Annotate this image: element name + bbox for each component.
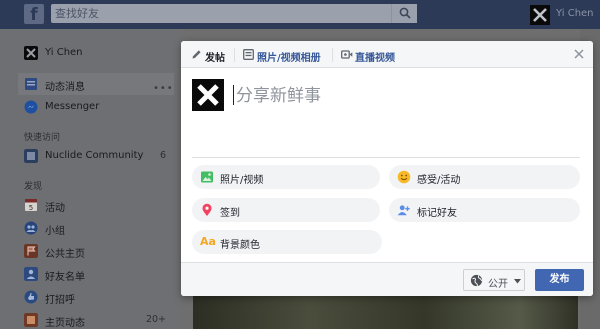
check-in-button[interactable]: 签到 [192,198,380,222]
sidebar-item-news-feed[interactable]: 动态消息 [24,75,174,93]
section-heading-explore: 发现 [24,182,43,192]
tab-label: 照片/视频相册 [257,53,321,64]
group-icon [24,149,38,163]
calendar-icon: 5 [25,199,37,212]
privacy-label: 公开 [488,279,508,290]
pencil-icon [192,50,201,59]
text-cursor [233,85,234,105]
sidebar-item-label: 打招呼 [45,295,75,306]
globe-icon [470,274,483,287]
photo-video-button[interactable]: 照片/视频 [192,165,380,189]
option-label: 背景颜色 [220,240,260,251]
feeling-activity-button[interactable]: 感受/活动 [389,165,580,189]
photo-icon [201,171,213,183]
option-label: 标记好友 [417,208,457,219]
more-options-icon[interactable]: ••• [153,83,174,94]
sidebar-item-friend-lists[interactable]: 好友名单 [24,265,174,283]
sidebar-item-label: Messenger [45,101,100,112]
sidebar-item-label: 小组 [45,226,65,237]
friend-list-icon [24,267,38,281]
tab-divider [234,48,235,62]
option-label: 签到 [220,208,240,219]
tag-friends-icon [397,205,410,216]
privacy-selector[interactable]: 公开 [463,269,525,291]
background-color-button[interactable]: Aa 背景颜色 [192,230,382,254]
composer-footer: 公开 发布 [181,262,593,296]
sidebar-item-label: 公共主页 [45,249,85,260]
tab-divider [332,48,333,62]
left-sidebar: Yi Chen 动态消息 ••• Messenger 快速访问 Nuclide … [0,29,181,329]
photo-album-icon [243,49,254,60]
avatar [192,79,224,111]
composer-tabs: 发帖 照片/视频相册 直播视频 [181,41,593,68]
sidebar-item-nuclide-community[interactable]: Nuclide Community 6 [24,147,174,165]
search-icon [399,7,411,19]
facebook-logo-icon[interactable]: f [24,4,44,25]
close-icon[interactable] [572,47,586,61]
messenger-icon [24,100,38,114]
sidebar-item-label: Yi Chen [45,47,83,58]
groups-icon [24,221,38,235]
sidebar-item-pages[interactable]: 公共主页 [24,242,174,260]
post-text-input[interactable] [236,84,576,108]
location-pin-icon [202,203,212,216]
composer-divider [192,157,580,158]
background-post-photo [193,296,578,329]
sidebar-item-label: 好友名单 [45,272,85,283]
tab-label: 发帖 [205,53,225,64]
smiley-icon [397,170,411,184]
page-feed-icon [24,313,38,327]
option-label: 感受/活动 [417,175,461,186]
text-aa-icon: Aa [200,235,216,248]
sidebar-item-label: 活动 [45,203,65,214]
sidebar-item-label: 动态消息 [45,82,85,93]
sidebar-item-label: 主页动态 [45,318,85,329]
sidebar-item-pokes[interactable]: 打招呼 [24,288,174,306]
chevron-down-icon [514,279,521,284]
top-navigation-bar: f Yi Chen [0,0,600,29]
news-feed-icon [25,78,37,90]
search-input[interactable] [55,6,375,21]
section-heading-shortcuts: 快速访问 [24,133,61,143]
live-video-icon [341,50,353,59]
sidebar-item-events[interactable]: 5 活动 [24,196,174,214]
sidebar-item-groups[interactable]: 小组 [24,219,174,237]
tag-friends-button[interactable]: 标记好友 [389,198,580,222]
sidebar-item-page-feed[interactable]: 主页动态 20+ [24,311,174,329]
notification-count: 6 [159,150,166,161]
search-box [51,4,417,23]
sidebar-item-messenger[interactable]: Messenger [24,98,174,116]
avatar [530,5,550,25]
top-profile-name: Yi Chen [556,8,594,19]
flag-icon [24,244,38,258]
post-button[interactable]: 发布 [535,269,584,291]
option-label: 照片/视频 [220,175,264,186]
poke-icon [24,290,38,304]
search-button[interactable] [391,4,417,23]
calendar-day-label: 5 [29,204,33,212]
avatar [24,46,38,60]
post-composer-dialog: 发帖 照片/视频相册 直播视频 分享新鲜事 照片/视频 感受/活动 签到 标记好… [181,41,593,296]
sidebar-item-profile[interactable]: Yi Chen [24,44,174,62]
tab-label: 直播视频 [355,53,395,64]
sidebar-item-label: Nuclide Community [45,150,144,161]
notification-count: 20+ [145,314,166,325]
